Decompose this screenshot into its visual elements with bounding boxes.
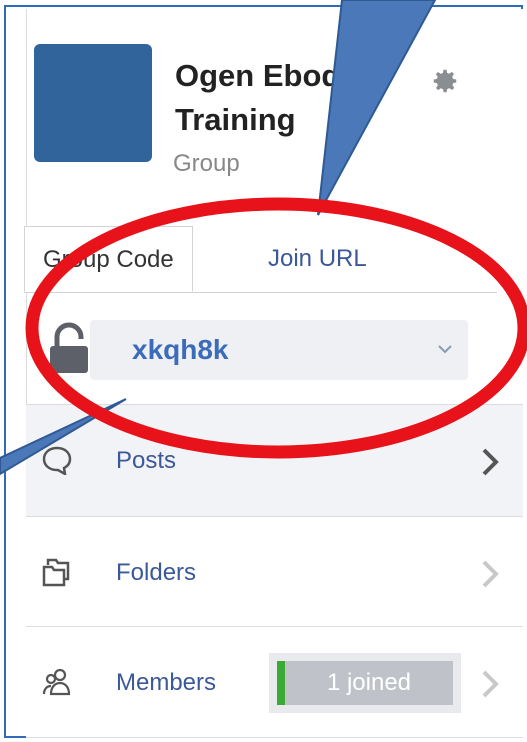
members-icon	[42, 668, 71, 696]
chevron-right-icon	[482, 448, 499, 476]
joined-count-badge: 1 joined	[269, 653, 461, 713]
chevron-right-icon	[482, 560, 499, 588]
nav-item-folders[interactable]: Folders	[26, 516, 523, 628]
tab-join-url[interactable]: Join URL	[250, 226, 385, 292]
code-tabs: Group Code Join URL	[24, 226, 497, 293]
nav-label-folders: Folders	[116, 559, 197, 586]
chevron-right-icon	[482, 670, 499, 698]
nav-label-posts: Posts	[116, 447, 177, 474]
lock-icon[interactable]	[48, 322, 90, 374]
group-code-field[interactable]: xkqh8k	[90, 320, 468, 380]
nav-item-members[interactable]: Members 1 joined	[26, 626, 523, 738]
group-type-label: Group	[173, 150, 240, 177]
tab-group-code[interactable]: Group Code	[24, 226, 193, 292]
group-avatar[interactable]	[34, 44, 152, 162]
folder-icon	[42, 558, 70, 587]
speech-bubble-icon	[42, 446, 72, 475]
joined-count-label: 1 joined	[277, 661, 453, 705]
chevron-down-icon[interactable]	[434, 338, 456, 360]
nav-label-members: Members	[116, 669, 217, 696]
group-code-value: xkqh8k	[132, 334, 229, 365]
gear-icon[interactable]	[430, 66, 460, 96]
nav-item-posts[interactable]: Posts	[26, 404, 523, 516]
